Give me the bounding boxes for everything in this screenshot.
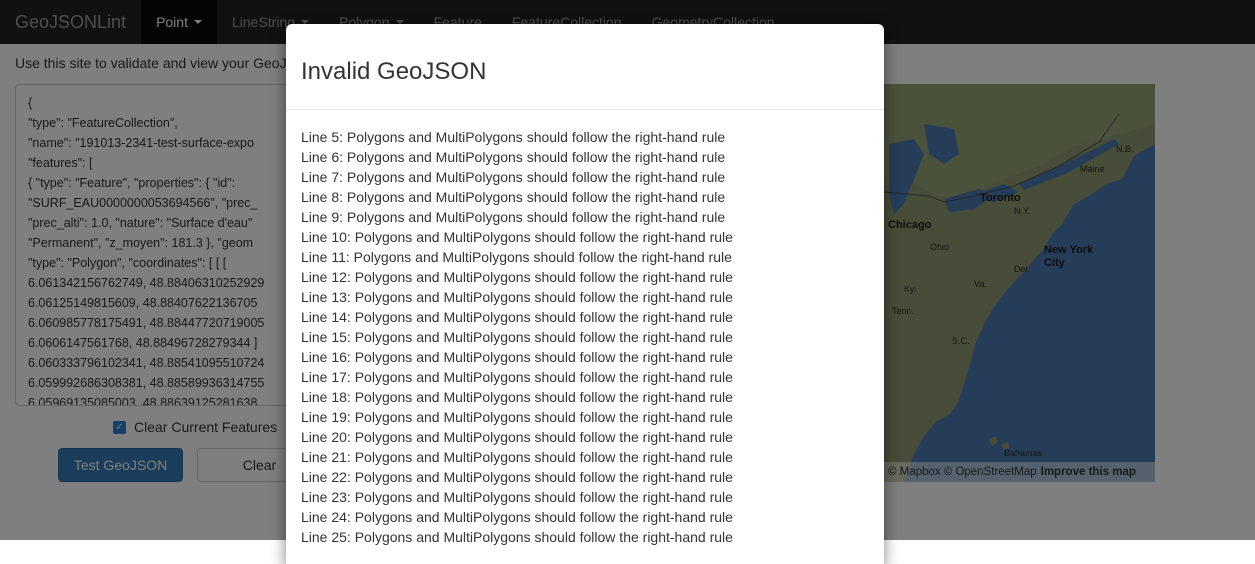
- error-line: Line 7: Polygons and MultiPolygons shoul…: [301, 169, 726, 185]
- error-line: Line 15: Polygons and MultiPolygons shou…: [301, 329, 733, 345]
- error-line: Line 8: Polygons and MultiPolygons shoul…: [301, 189, 726, 205]
- error-line: Line 23: Polygons and MultiPolygons shou…: [301, 489, 733, 505]
- error-line: Line 21: Polygons and MultiPolygons shou…: [301, 449, 733, 465]
- error-line: Line 20: Polygons and MultiPolygons shou…: [301, 429, 733, 445]
- error-line: Line 17: Polygons and MultiPolygons shou…: [301, 369, 733, 385]
- error-line: Line 5: Polygons and MultiPolygons shoul…: [301, 129, 726, 145]
- error-line: Line 11: Polygons and MultiPolygons shou…: [301, 249, 732, 265]
- error-line: Line 10: Polygons and MultiPolygons shou…: [301, 229, 733, 245]
- error-line: Line 12: Polygons and MultiPolygons shou…: [301, 269, 733, 285]
- modal-body: Line 5: Polygons and MultiPolygons shoul…: [286, 110, 884, 547]
- error-line: Line 19: Polygons and MultiPolygons shou…: [301, 409, 733, 425]
- error-line: Line 6: Polygons and MultiPolygons shoul…: [301, 149, 726, 165]
- error-line: Line 25: Polygons and MultiPolygons shou…: [301, 529, 733, 545]
- error-line: Line 13: Polygons and MultiPolygons shou…: [301, 289, 733, 305]
- error-line: Line 22: Polygons and MultiPolygons shou…: [301, 469, 733, 485]
- error-line: Line 24: Polygons and MultiPolygons shou…: [301, 509, 733, 525]
- invalid-geojson-modal: Invalid GeoJSON Line 5: Polygons and Mul…: [286, 24, 884, 564]
- modal-title: Invalid GeoJSON: [301, 58, 487, 85]
- error-line: Line 16: Polygons and MultiPolygons shou…: [301, 349, 733, 365]
- error-line: Line 9: Polygons and MultiPolygons shoul…: [301, 209, 726, 225]
- error-line: Line 14: Polygons and MultiPolygons shou…: [301, 309, 733, 325]
- modal-header: Invalid GeoJSON: [286, 24, 884, 110]
- error-line: Line 18: Polygons and MultiPolygons shou…: [301, 389, 733, 405]
